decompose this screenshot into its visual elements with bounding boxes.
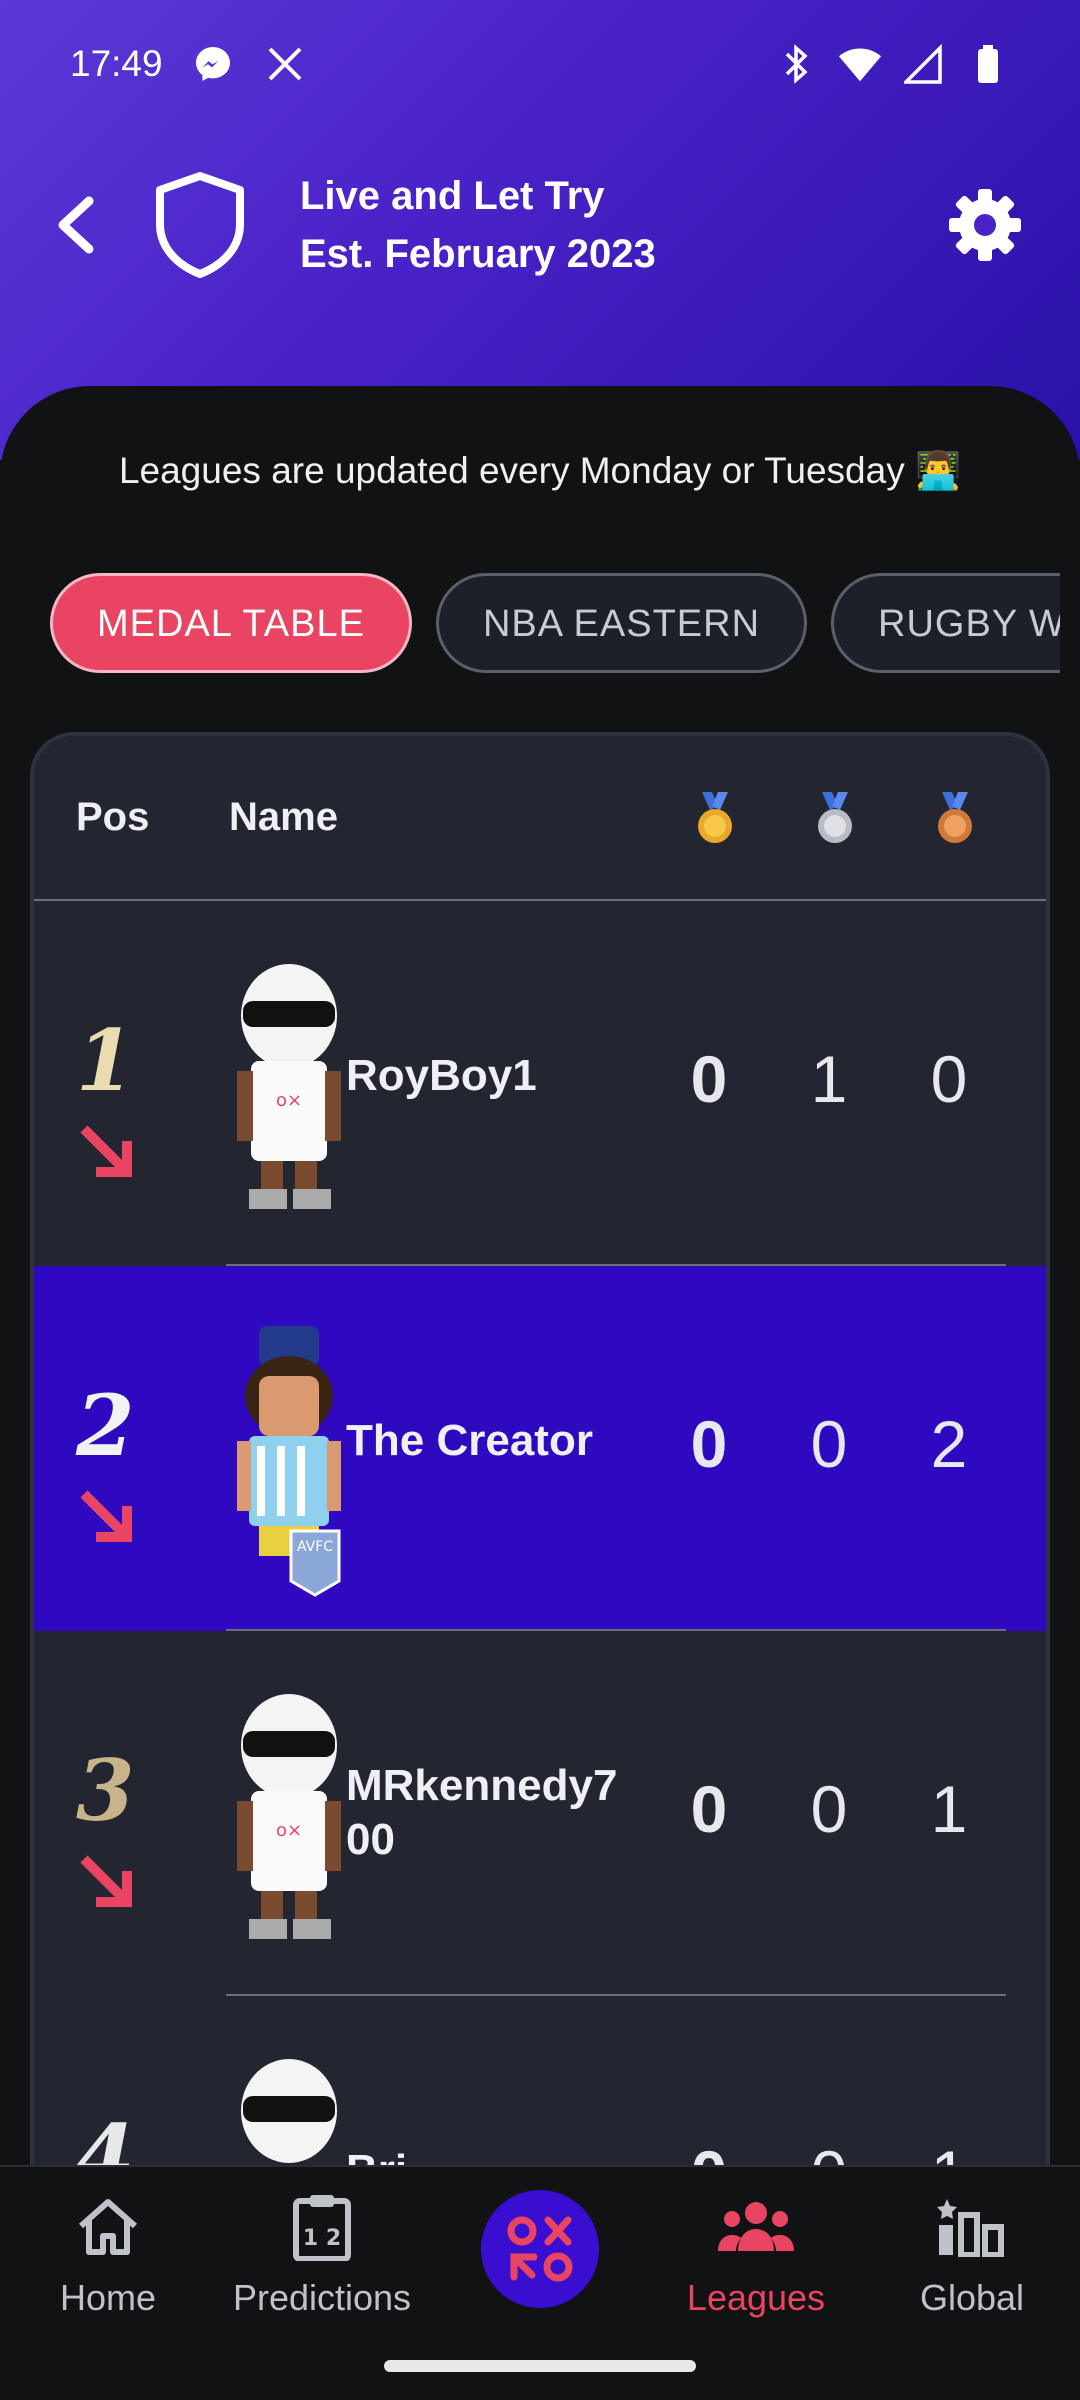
svg-text:1 2: 1 2 (303, 2226, 341, 2251)
settings-button[interactable] (940, 180, 1030, 270)
status-bar: 17:49 (0, 0, 1080, 128)
people-group-icon (656, 2187, 856, 2267)
status-time: 17:49 (70, 43, 163, 84)
pos-column-header: Pos (76, 795, 150, 839)
silver-count: 0 (810, 1772, 848, 1846)
trend-down-icon (76, 1486, 138, 1548)
bluetooth-icon (774, 42, 818, 86)
position-number: 3 (76, 1741, 135, 1840)
svg-text:o×: o× (276, 1820, 302, 1841)
bronze-count: 2 (930, 1407, 968, 1481)
back-arrow-icon (58, 196, 94, 254)
bronze-count: 1 (930, 1772, 968, 1846)
tab-nba-eastern[interactable]: NBA EASTERN (435, 573, 808, 673)
update-notice: Leagues are updated every Monday or Tues… (118, 450, 962, 491)
battery-icon (966, 42, 1010, 86)
name-column-header: Name (229, 795, 338, 839)
svg-text:o×: o× (276, 1090, 302, 1111)
gold-count: 0 (690, 1407, 728, 1481)
silver-count: 0 (810, 1407, 848, 1481)
nav-home-label: Home (59, 2277, 157, 2318)
nav-leagues[interactable]: Leagues (656, 2187, 856, 2319)
table-row[interactable]: 1 o× RoyBoy1 0 1 0 (34, 901, 1046, 1266)
home-icon (8, 2187, 208, 2267)
player-name: The Creator (346, 1416, 593, 1465)
trend-down-icon (76, 1851, 138, 1913)
nav-global-label: Global (919, 2277, 1025, 2318)
gold-medal-icon (692, 790, 738, 846)
table-row-current-user[interactable]: 2 AVFC The Creator 0 0 2 (34, 1266, 1046, 1631)
player-name: MRkennedy7 00 (346, 1759, 646, 1867)
back-button[interactable] (40, 180, 110, 270)
nav-global[interactable]: Global (872, 2187, 1072, 2319)
avatar: o× (229, 961, 359, 1221)
tab-rugby[interactable]: RUGBY W (831, 573, 1060, 673)
svg-text:AVFC: AVFC (297, 1539, 333, 1555)
nav-predictions-label: Predictions (232, 2277, 412, 2318)
shield-icon (150, 170, 250, 280)
signal-icon (902, 42, 946, 86)
league-tabs: MEDAL TABLE NBA EASTERN RUGBY W (50, 573, 1060, 673)
app-logo-button[interactable] (481, 2190, 599, 2308)
gold-count: 0 (690, 1772, 728, 1846)
league-name: Live and Let Try (300, 174, 605, 218)
player-name-line2: 00 (346, 1815, 395, 1864)
home-indicator[interactable] (384, 2360, 696, 2372)
silver-count: 1 (810, 1042, 848, 1116)
app-logo-icon (507, 2216, 573, 2282)
trend-down-icon (76, 1121, 138, 1183)
table-row[interactable]: 3 o× MRkennedy7 00 0 0 1 (34, 1631, 1046, 1996)
league-established: Est. February 2023 (300, 232, 656, 276)
gold-count: 0 (690, 1042, 728, 1116)
bronze-count: 0 (930, 1042, 968, 1116)
nav-home[interactable]: Home (8, 2187, 208, 2319)
medal-table: Pos Name 1 o× RoyBoy1 0 1 0 2 AVFC The C… (30, 732, 1050, 2400)
x-icon (263, 42, 307, 86)
player-name: RoyBoy1 (346, 1051, 537, 1100)
player-name-line1: MRkennedy7 (346, 1761, 618, 1810)
nav-predictions[interactable]: 1 2 Predictions (222, 2187, 422, 2319)
league-header: Live and Let Try Est. February 2023 (0, 150, 1080, 300)
wifi-icon (838, 42, 882, 86)
clipboard-icon: 1 2 (222, 2187, 422, 2267)
leaderboard-icon (872, 2187, 1072, 2267)
league-title: Live and Let Try Est. February 2023 (300, 167, 656, 283)
bronze-medal-icon (932, 790, 978, 846)
avatar: o× (229, 1691, 359, 1951)
silver-medal-icon (812, 790, 858, 846)
messenger-icon (191, 42, 235, 86)
tab-medal-table[interactable]: MEDAL TABLE (50, 573, 412, 673)
position-number: 1 (76, 1011, 135, 1110)
gear-icon (949, 189, 1021, 261)
table-header: Pos Name (34, 736, 1046, 901)
avatar: AVFC (229, 1326, 359, 1597)
nav-leagues-label: Leagues (686, 2277, 826, 2318)
position-number: 2 (76, 1376, 135, 1475)
